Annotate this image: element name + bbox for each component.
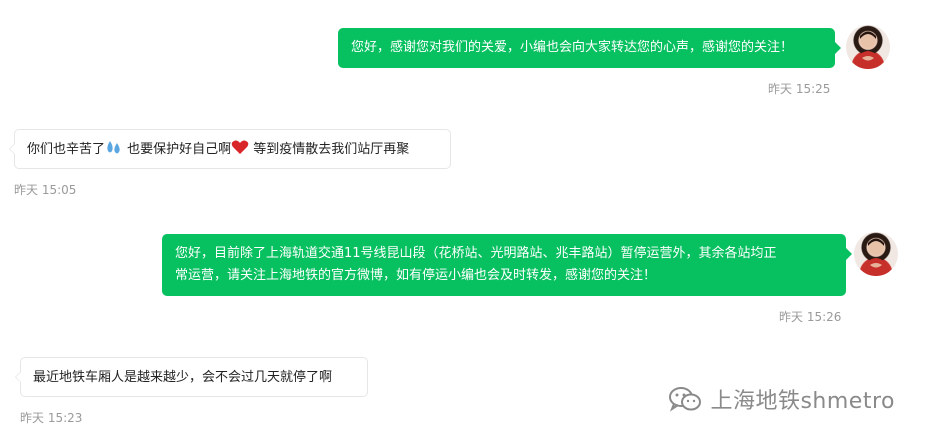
message-timestamp: 昨天 15:05 bbox=[14, 183, 77, 197]
message-text-part: 也要保护好自己啊 bbox=[123, 142, 232, 157]
message-timestamp: 昨天 15:23 bbox=[20, 411, 83, 425]
sweat-droplets-icon bbox=[105, 139, 123, 163]
message-timestamp: 昨天 15:25 bbox=[768, 82, 831, 96]
message-text-line: 您好，目前除了上海轨道交通11号线昆山段（花桥站、光明路站、兆丰路站）暂停运营外… bbox=[175, 246, 777, 261]
incoming-message-bubble: 你们也辛苦了 也要保护好自己啊 等到疫情散去我们站厅再聚 bbox=[9, 129, 451, 169]
wechat-icon bbox=[669, 387, 702, 412]
outgoing-message-bubble: 您好，感谢您对我们的关爱，小编也会向大家转达您的心声，感谢您的关注！ bbox=[338, 28, 841, 68]
message-text-part: 你们也辛苦了 bbox=[27, 142, 106, 157]
red-heart-icon bbox=[231, 139, 249, 163]
watermark: 上海地铁shmetro bbox=[668, 383, 895, 415]
message-text-line: 常运营，请关注上海地铁的官方微博，如有停运小编也会及时转发，感谢您的关注！ bbox=[175, 268, 657, 283]
watermark-text: 上海地铁shmetro bbox=[710, 389, 895, 414]
avatar[interactable] bbox=[846, 25, 890, 69]
outgoing-message-bubble: 您好，目前除了上海轨道交通11号线昆山段（花桥站、光明路站、兆丰路站）暂停运营外… bbox=[162, 234, 852, 296]
incoming-message-bubble: 最近地铁车厢人是越来越少，会不会过几天就停了啊 bbox=[15, 357, 368, 397]
message-text: 最近地铁车厢人是越来越少，会不会过几天就停了啊 bbox=[33, 370, 333, 385]
avatar[interactable] bbox=[854, 232, 898, 276]
message-text-part: 等到疫情散去我们站厅再聚 bbox=[249, 142, 410, 157]
message-timestamp: 昨天 15:26 bbox=[779, 310, 842, 324]
message-text: 您好，感谢您对我们的关爱，小编也会向大家转达您的心声，感谢您的关注！ bbox=[351, 40, 794, 55]
